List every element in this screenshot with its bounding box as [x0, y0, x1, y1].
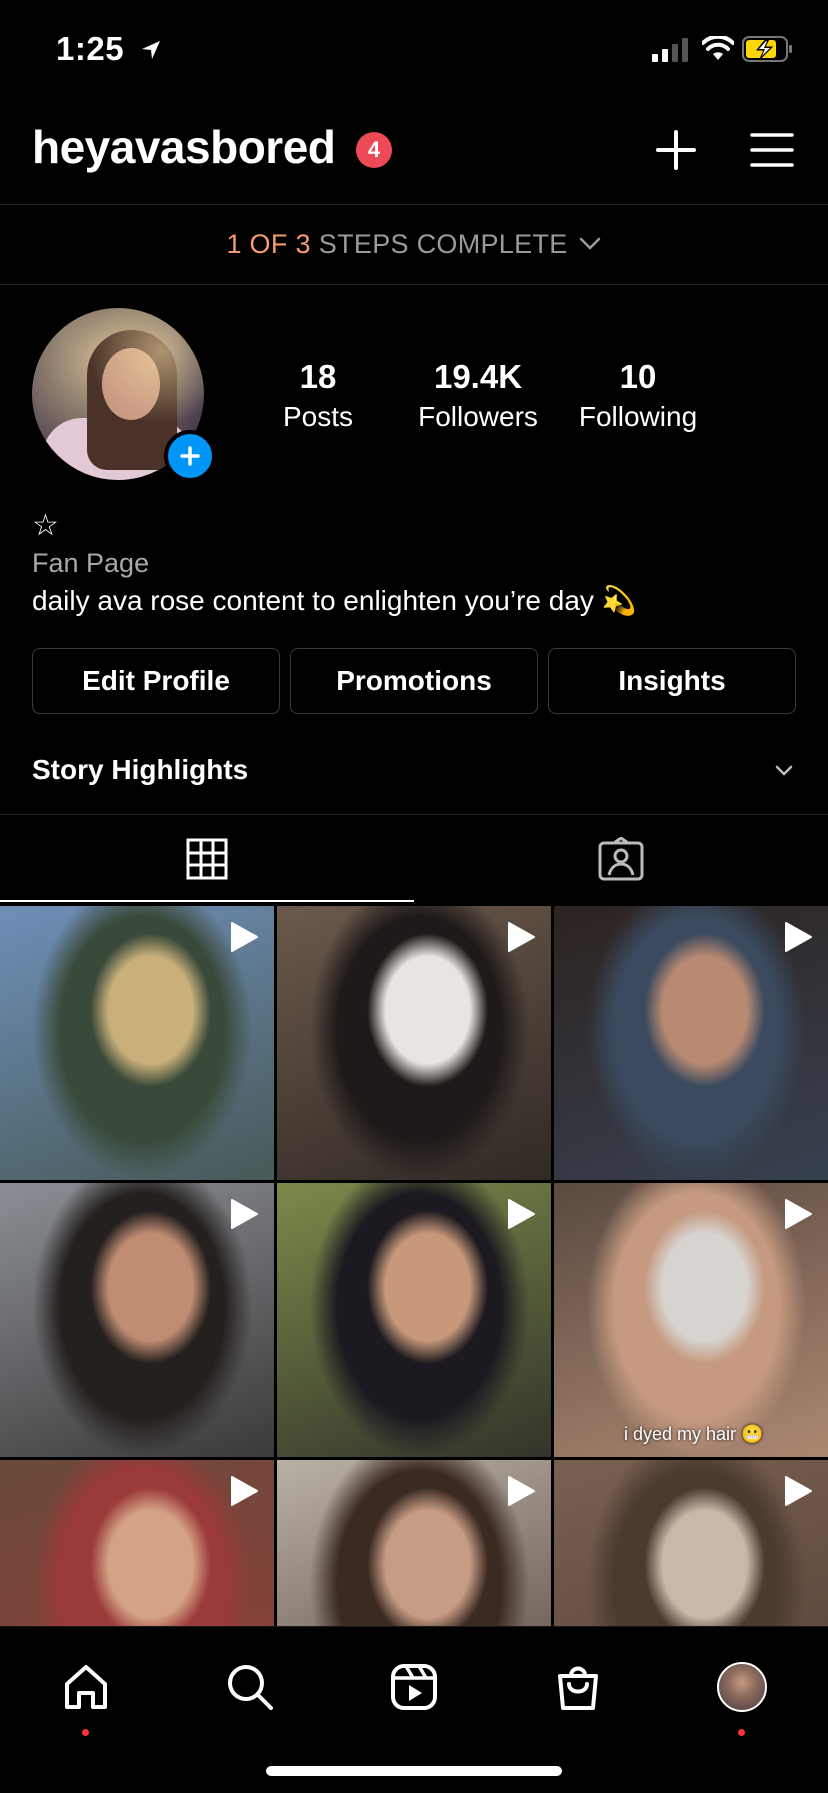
shopping-bag-icon: [558, 1666, 598, 1710]
steps-complete-banner[interactable]: 1 OF 3 STEPS COMPLETE: [0, 205, 828, 283]
nav-search[interactable]: [220, 1657, 280, 1717]
reel-play-icon: [231, 1476, 258, 1506]
plus-icon: [180, 446, 200, 466]
post-caption: i dyed my hair 😬: [624, 1424, 764, 1444]
post-thumbnail[interactable]: [277, 1460, 551, 1626]
steps-count: 1 OF 3: [226, 228, 311, 259]
story-highlights-title[interactable]: Story Highlights: [32, 754, 248, 786]
steps-divider: [0, 284, 828, 285]
nav-profile-avatar: [717, 1662, 767, 1712]
following-label: Following: [578, 401, 698, 432]
followers-label: Followers: [418, 401, 538, 432]
following-count: 10: [619, 358, 657, 395]
post-thumbnail[interactable]: [554, 1460, 828, 1626]
create-post-icon[interactable]: [654, 128, 698, 172]
battery-charging-icon: [742, 36, 792, 62]
post-thumbnail[interactable]: [0, 1183, 274, 1457]
tagged-person-icon: [598, 837, 644, 881]
menu-icon[interactable]: [750, 132, 794, 168]
post-thumbnail[interactable]: [277, 1183, 551, 1457]
profile-activity-dot: [738, 1729, 745, 1736]
nav-reels[interactable]: [384, 1657, 444, 1717]
reel-play-icon: [231, 922, 258, 952]
profile-category: Fan Page: [32, 548, 150, 578]
post-thumbnail[interactable]: [554, 906, 828, 1180]
post-thumbnail[interactable]: i dyed my hair 😬: [554, 1183, 828, 1457]
reel-play-icon: [508, 1476, 535, 1506]
search-icon: [228, 1665, 273, 1710]
story-highlights-chevron-icon[interactable]: [774, 764, 794, 778]
post-thumbnail[interactable]: [277, 906, 551, 1180]
chevron-down-icon: [579, 237, 600, 250]
stat-followers[interactable]: 19.4K Followers: [408, 355, 548, 435]
grid-icon: [186, 838, 228, 880]
reel-play-icon: [508, 1199, 535, 1229]
profile-username[interactable]: heyavasbored: [32, 120, 336, 174]
location-arrow-icon: [141, 41, 160, 59]
posts-count: 18: [299, 358, 337, 395]
edit-profile-button[interactable]: Edit Profile: [32, 648, 280, 714]
nav-shop[interactable]: [548, 1657, 608, 1717]
followers-count: 19.4K: [433, 358, 523, 395]
home-indicator[interactable]: [266, 1766, 562, 1776]
reel-play-icon: [785, 1199, 812, 1229]
profile-bio: daily ava rose content to enlighten you’…: [32, 585, 637, 616]
reel-play-icon: [785, 922, 812, 952]
nav-profile[interactable]: [712, 1657, 772, 1717]
home-activity-dot: [82, 1729, 89, 1736]
promotions-button[interactable]: Promotions: [290, 648, 538, 714]
insights-button[interactable]: Insights: [548, 648, 796, 714]
tab-grid-posts[interactable]: [0, 815, 414, 903]
home-icon: [65, 1665, 107, 1709]
nav-home[interactable]: [56, 1657, 116, 1717]
stat-following[interactable]: 10 Following: [568, 355, 708, 435]
steps-label: STEPS COMPLETE: [318, 228, 568, 259]
stat-posts[interactable]: 18 Posts: [258, 355, 378, 435]
reels-icon: [391, 1664, 437, 1710]
reel-play-icon: [231, 1199, 258, 1229]
reel-play-icon: [785, 1476, 812, 1506]
post-thumbnail[interactable]: [0, 906, 274, 1180]
status-time: 1:25: [56, 30, 162, 68]
add-story-button[interactable]: [164, 430, 216, 482]
profile-name-symbol: ☆: [32, 509, 59, 542]
reel-play-icon: [508, 922, 535, 952]
tab-active-indicator: [0, 900, 414, 902]
posts-label: Posts: [282, 401, 354, 432]
tab-tagged[interactable]: [414, 815, 828, 903]
signal-icon: [652, 38, 688, 62]
posts-grid: i dyed my hair 😬: [0, 906, 828, 1626]
notification-badge[interactable]: 4: [356, 132, 392, 168]
wifi-icon: [702, 36, 734, 60]
post-thumbnail[interactable]: [0, 1460, 274, 1626]
